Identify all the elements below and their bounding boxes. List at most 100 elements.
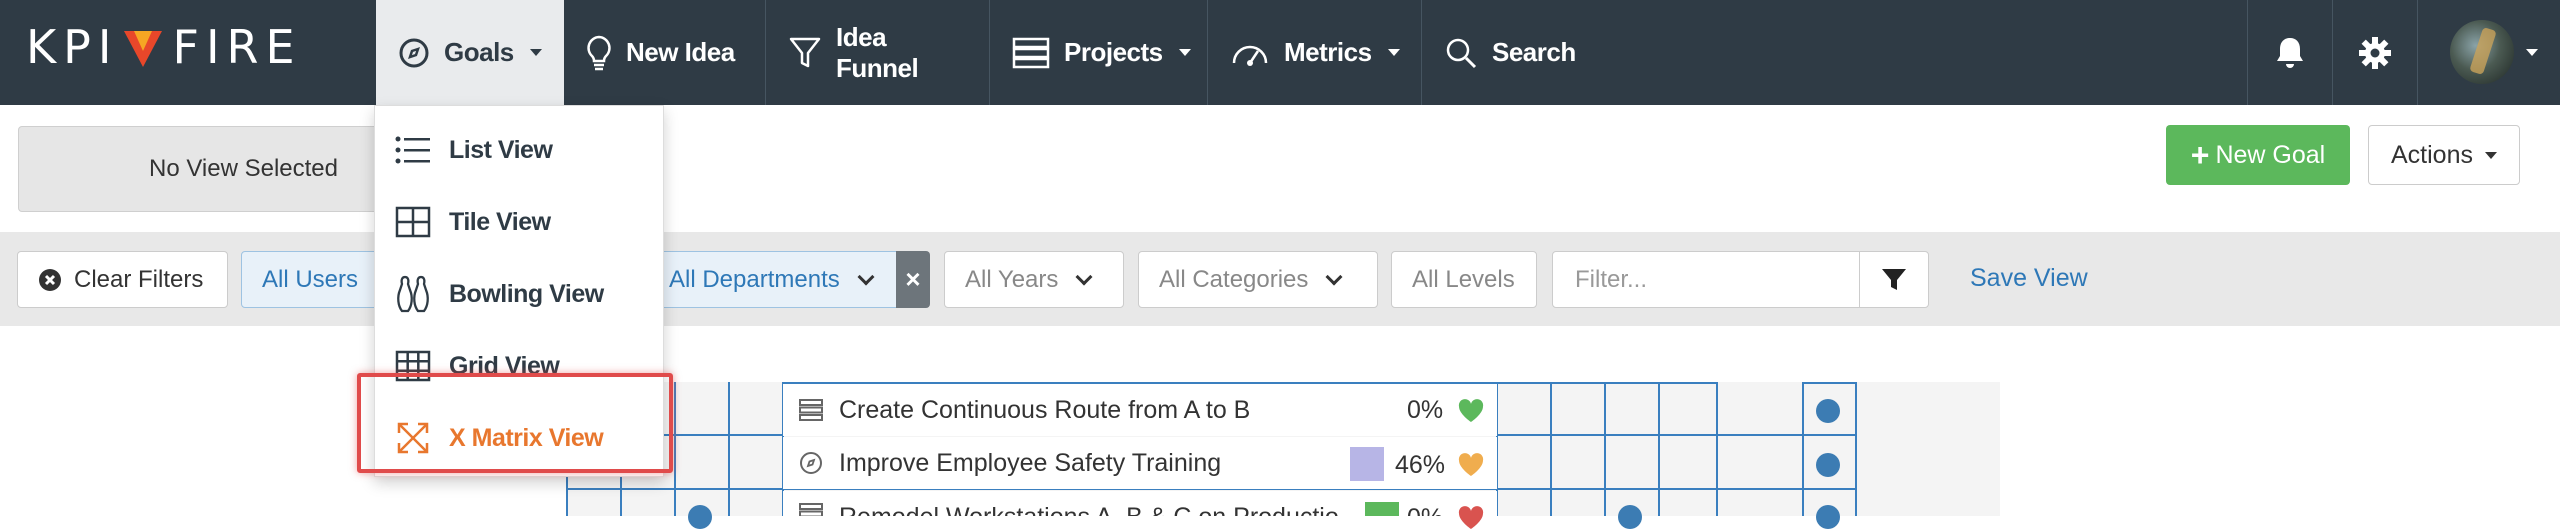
save-view-link[interactable]: Save View xyxy=(1970,264,2088,293)
matrix-dot xyxy=(1816,399,1840,423)
compass-icon xyxy=(399,38,429,67)
nav-search-label: Search xyxy=(1492,37,1576,67)
goal-title[interactable]: Create Continuous Route from A to B xyxy=(839,396,1497,425)
nav-new-idea-label: New Idea xyxy=(626,37,735,67)
notifications-button[interactable] xyxy=(2248,0,2332,105)
matrix-dot xyxy=(1618,505,1642,529)
years-filter-select[interactable]: All Years xyxy=(944,251,1124,308)
bell-icon xyxy=(2277,37,2303,68)
nav-idea-funnel-label: Idea Funnel xyxy=(836,21,919,83)
compass-icon xyxy=(800,452,822,474)
nav-projects[interactable]: Projects xyxy=(990,0,1208,105)
top-navbar: KPI FIRE Goals New Idea Idea Funnel Proj… xyxy=(0,0,2560,105)
nav-metrics-label: Metrics xyxy=(1284,37,1372,67)
gear-icon xyxy=(2359,36,2391,69)
grid-line xyxy=(1716,382,1718,516)
goal-row[interactable]: Improve Employee Safety Training xyxy=(783,437,1497,489)
nav-goals[interactable]: Goals xyxy=(376,0,564,105)
logo-flame-icon xyxy=(122,25,164,69)
matrix-dot xyxy=(688,505,712,529)
levels-filter-select[interactable]: All Levels xyxy=(1391,251,1537,308)
heart-icon xyxy=(1458,506,1484,529)
list-icon xyxy=(395,136,430,164)
departments-filter-select[interactable]: All Departments xyxy=(648,251,900,308)
funnel-icon xyxy=(789,37,821,67)
caret-down-icon[interactable] xyxy=(2526,49,2538,56)
grid-line xyxy=(1658,382,1660,516)
logo-text-right: FIRE xyxy=(172,20,302,74)
clear-departments-button[interactable]: × xyxy=(896,251,930,308)
grid-line xyxy=(1855,382,1857,516)
new-goal-button[interactable]: + New Goal xyxy=(2166,125,2350,185)
close-icon: × xyxy=(905,264,921,294)
grid-line xyxy=(1550,382,1552,516)
goal-progress: 0% xyxy=(1407,504,1443,516)
progress-swatch xyxy=(1365,502,1399,516)
filter-placeholder: Filter... xyxy=(1575,265,1648,293)
users-filter-select[interactable]: All Users xyxy=(241,251,381,308)
user-avatar[interactable] xyxy=(2450,20,2514,84)
grid-line xyxy=(728,382,730,516)
nav-search[interactable]: Search xyxy=(1422,0,1608,105)
caret-down-icon xyxy=(1387,49,1400,56)
logo-text-left: KPI xyxy=(26,20,119,74)
filter-text-input[interactable]: Filter... xyxy=(1552,251,1860,308)
plus-icon: + xyxy=(2190,137,2210,173)
goal-row[interactable]: Create Continuous Route from A to B xyxy=(783,384,1497,436)
nav-idea-funnel[interactable]: Idea Funnel xyxy=(766,0,990,105)
menu-item-label: Bowling View xyxy=(449,279,604,308)
levels-filter-label: All Levels xyxy=(1412,265,1515,293)
grid-line xyxy=(674,382,676,516)
heart-icon xyxy=(1458,453,1484,476)
caret-down-icon xyxy=(2484,151,2497,159)
actions-button[interactable]: Actions xyxy=(2368,125,2520,185)
times-circle-icon xyxy=(39,268,61,291)
server-icon xyxy=(1012,37,1050,68)
progress-swatch xyxy=(1350,447,1384,481)
kpifire-logo[interactable]: KPI FIRE xyxy=(26,20,302,74)
grid-line xyxy=(1802,382,1804,516)
settings-button[interactable] xyxy=(2333,0,2417,105)
grid-line xyxy=(1604,382,1606,516)
caret-down-icon xyxy=(529,49,542,56)
menu-item-label: List View xyxy=(449,135,553,164)
nav-projects-label: Projects xyxy=(1064,37,1163,67)
actions-label: Actions xyxy=(2391,140,2473,169)
clear-filters-label: Clear Filters xyxy=(74,265,204,293)
nav-new-idea[interactable]: New Idea xyxy=(564,0,766,105)
lightbulb-icon xyxy=(587,35,611,70)
nav-metrics[interactable]: Metrics xyxy=(1208,0,1422,105)
goal-progress: 0% xyxy=(1407,396,1444,424)
nav-goals-label: Goals xyxy=(444,37,514,67)
matrix-dot xyxy=(1816,505,1840,529)
menu-item-tile-view[interactable]: Tile View xyxy=(375,190,665,254)
goal-title[interactable]: Remodel Workstations A, B & C on Product… xyxy=(839,503,1339,516)
bowling-icon xyxy=(397,275,429,313)
dashboard-gauge-icon xyxy=(1232,45,1268,66)
goal-progress: 46% xyxy=(1395,451,1446,479)
filter-icon xyxy=(1882,268,1906,290)
menu-item-list-view[interactable]: List View xyxy=(375,118,665,182)
nav-divider xyxy=(2417,0,2418,105)
new-goal-label: New Goal xyxy=(2215,140,2326,169)
tile-icon xyxy=(395,206,431,238)
menu-item-bowling-view[interactable]: Bowling View xyxy=(375,262,665,326)
server-icon xyxy=(799,399,823,421)
search-icon xyxy=(1446,38,1477,68)
server-icon xyxy=(799,503,823,516)
apply-filter-button[interactable] xyxy=(1859,251,1929,308)
categories-filter-label: All Categories xyxy=(1159,265,1309,293)
users-filter-label: All Users xyxy=(262,265,359,293)
clear-filters-button[interactable]: Clear Filters xyxy=(17,251,228,308)
grid-line xyxy=(1802,382,1856,384)
chevron-down-icon xyxy=(1325,268,1343,285)
chevron-down-icon xyxy=(1075,268,1093,285)
departments-filter-label: All Departments xyxy=(669,265,840,293)
matrix-dot xyxy=(1816,453,1840,477)
chevron-down-icon xyxy=(857,268,875,285)
caret-down-icon xyxy=(1178,49,1191,56)
menu-item-label: Tile View xyxy=(449,207,551,236)
years-filter-label: All Years xyxy=(965,265,1059,293)
categories-filter-select[interactable]: All Categories xyxy=(1138,251,1378,308)
heart-icon xyxy=(1458,399,1484,422)
